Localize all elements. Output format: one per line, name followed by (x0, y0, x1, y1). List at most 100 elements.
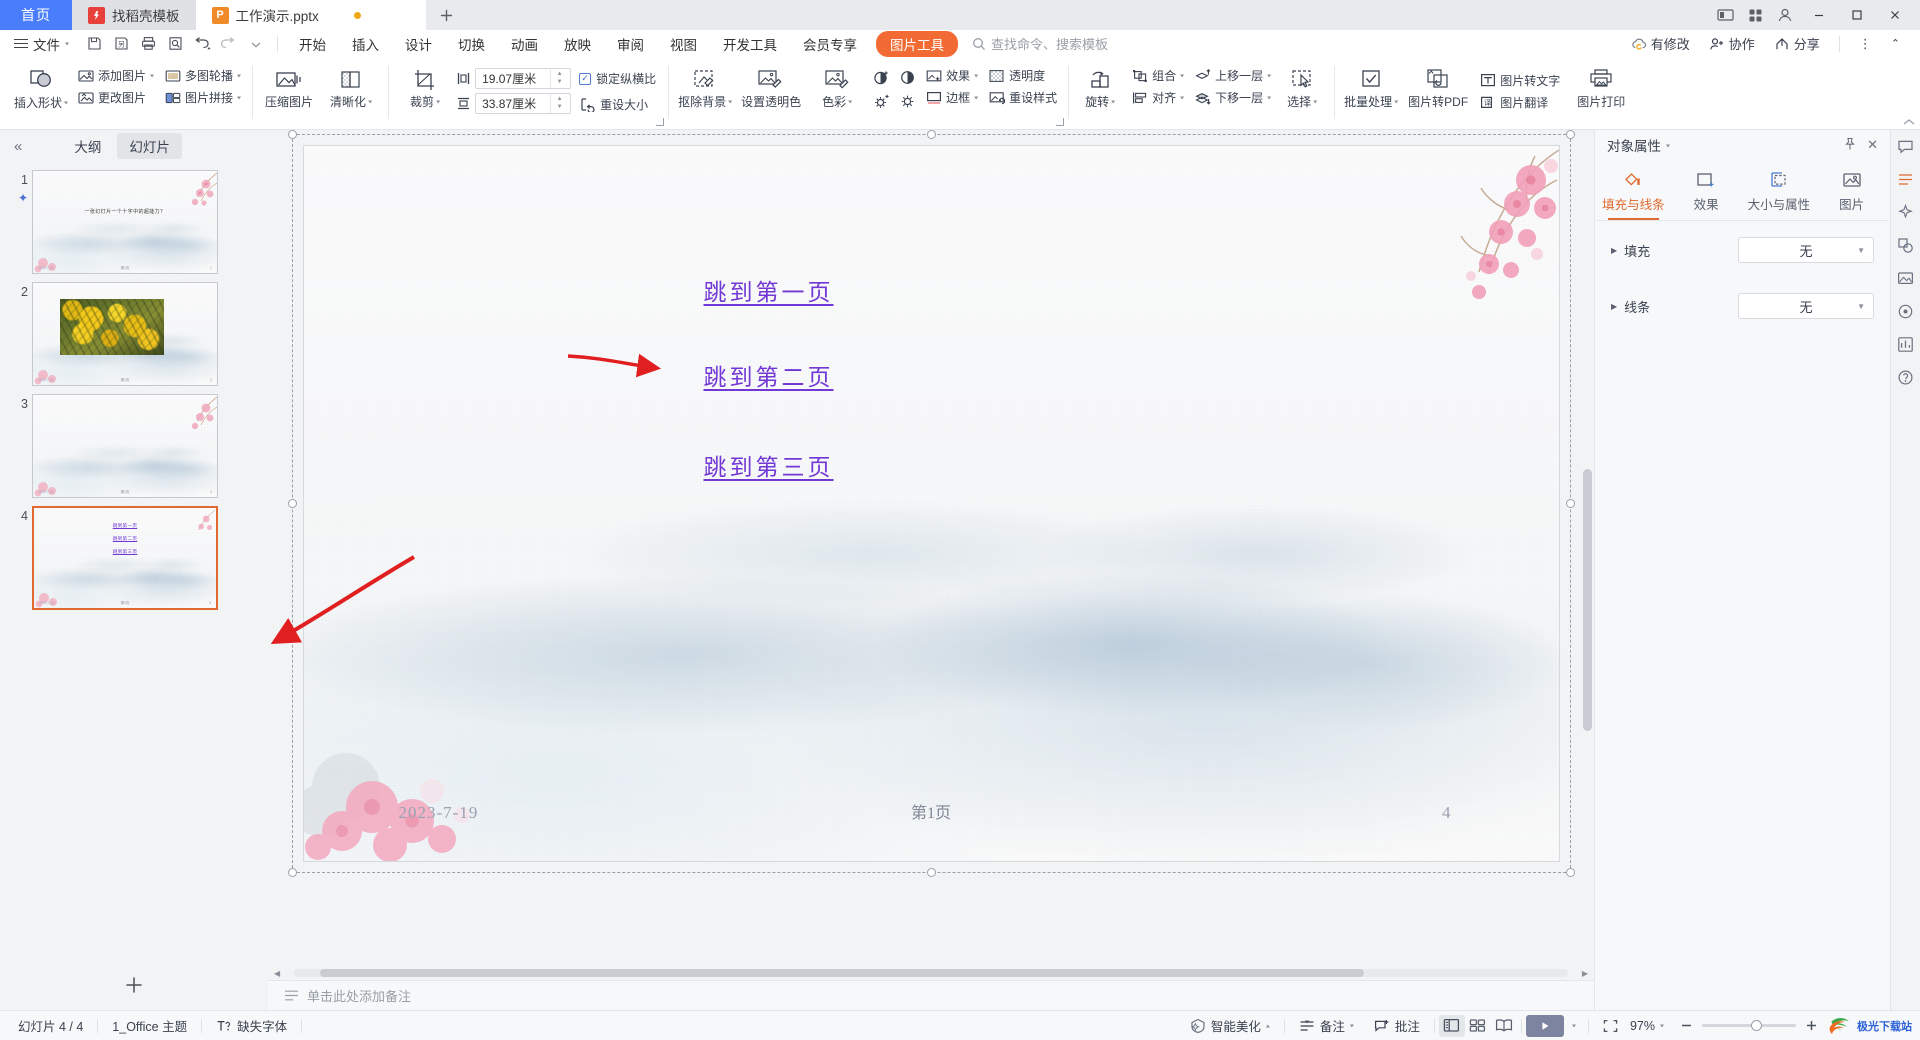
cloud-sync-status[interactable]: 有修改 (1623, 31, 1698, 56)
undo-icon[interactable] (189, 32, 215, 56)
picture-height-input[interactable]: ▲▼ (475, 68, 572, 89)
collapse-panel-icon[interactable]: « (8, 136, 28, 157)
zoom-in-button[interactable] (1805, 1019, 1818, 1032)
normal-view-icon[interactable] (1438, 1014, 1465, 1037)
crop-button[interactable]: 裁剪 ▾ (394, 62, 456, 110)
picture-width-input[interactable]: ▲▼ (475, 93, 572, 114)
group-button[interactable]: 组合 ▾ (1126, 65, 1189, 86)
more-options-icon[interactable]: ⋮ (1851, 33, 1880, 55)
lock-aspect-ratio-checkbox[interactable]: ✓ 锁定纵横比 (579, 70, 656, 87)
collaborate-button[interactable]: 协作 (1701, 31, 1763, 56)
reset-size-button[interactable]: 重设大小 (579, 96, 656, 113)
fill-label-group[interactable]: ▶ 填充 (1611, 241, 1731, 260)
missing-font-status[interactable]: 缺失字体 (206, 1013, 297, 1038)
line-label-group[interactable]: ▶ 线条 (1611, 297, 1731, 316)
align-button[interactable]: 对齐 ▾ (1126, 87, 1189, 108)
fit-to-window-button[interactable] (1593, 1016, 1628, 1036)
contrast-down-icon[interactable] (894, 65, 920, 89)
brightness-up-icon[interactable] (868, 89, 894, 113)
rotate-button[interactable]: 旋转 ▾ (1074, 62, 1126, 110)
picture-to-text-button[interactable]: 图片转文字 (1474, 70, 1565, 91)
panel-tab-fill-line[interactable]: 填充与线条 (1597, 164, 1670, 220)
ribbon-tab-insert[interactable]: 插入 (339, 31, 392, 57)
picture-height-value[interactable] (476, 71, 551, 86)
tab-slides[interactable]: 幻灯片 (117, 133, 182, 159)
share-button[interactable]: 分享 (1766, 31, 1828, 56)
notes-toggle-button[interactable]: 备注 ▾ (1289, 1013, 1364, 1038)
smart-beautify-button[interactable]: 智能美化 ▴ (1180, 1013, 1280, 1038)
ribbon-scroll-up-icon[interactable] (1902, 117, 1916, 127)
panel-tab-picture[interactable]: 图片 (1815, 164, 1888, 220)
slide-thumbnail-4[interactable]: 4 跳到第一页 跳到第二页 跳到第三页 2023-7-19 第1页 4 (0, 502, 268, 614)
resize-handle-tr[interactable] (1565, 130, 1575, 139)
redo-icon[interactable] (216, 32, 242, 56)
transparency-button[interactable]: 透明度 (983, 65, 1062, 86)
close-button[interactable] (1878, 0, 1912, 30)
ribbon-tab-picture-tools[interactable]: 图片工具 (876, 30, 959, 57)
select-objects-button[interactable]: 选择 ▾ (1276, 62, 1328, 110)
panel-close-icon[interactable]: ✕ (1867, 137, 1878, 153)
compress-picture-button[interactable]: 压缩图片 (258, 62, 320, 110)
fill-select[interactable]: 无 ▼ (1738, 237, 1874, 263)
height-stepper[interactable]: ▲ ▼ (550, 69, 568, 88)
tab-outline[interactable]: 大纲 (62, 133, 113, 159)
save-icon[interactable] (81, 32, 107, 56)
picture-rail-icon[interactable] (1894, 266, 1918, 290)
tab-docer-template[interactable]: 找稻壳模板 (72, 0, 196, 30)
shapes-rail-icon[interactable] (1894, 233, 1918, 257)
scroll-right-icon[interactable]: ▶ (1582, 969, 1588, 978)
send-backward-button[interactable]: 下移一层 ▾ (1189, 87, 1276, 108)
customize-qat-icon[interactable] (243, 32, 269, 56)
reset-style-button[interactable]: 重设样式 (983, 87, 1062, 108)
insert-shape-button[interactable]: 插入形状 ▾ (10, 62, 72, 111)
help-chat-icon[interactable] (1894, 134, 1918, 158)
picture-to-pdf-button[interactable]: 图片转PDF (1402, 62, 1474, 110)
panel-tab-size-props[interactable]: 大小与属性 (1743, 164, 1816, 220)
panel-tab-effects[interactable]: 效果 (1670, 164, 1743, 220)
hscroll-thumb[interactable] (319, 969, 1365, 977)
magic-icon[interactable] (1894, 200, 1918, 224)
batch-process-button[interactable]: 批量处理 ▾ (1340, 62, 1402, 110)
add-slide-button[interactable] (124, 975, 144, 995)
start-slideshow-button[interactable] (1525, 1014, 1564, 1037)
resize-handle-bc[interactable] (926, 868, 936, 877)
add-picture-button[interactable]: 添加图片 ▾ (72, 65, 159, 86)
picture-width-value[interactable] (476, 96, 551, 111)
print-preview-icon[interactable] (162, 32, 188, 56)
save-as-icon[interactable]: 另 (108, 32, 134, 56)
notes-pane[interactable]: 单击此处添加备注 (268, 980, 1594, 1010)
print-icon[interactable] (135, 32, 161, 56)
effects-button[interactable]: 效果 ▾ (920, 65, 983, 86)
ribbon-tab-transition[interactable]: 切换 (445, 31, 498, 57)
border-button[interactable]: 边框 ▾ (920, 87, 983, 108)
width-stepper[interactable]: ▲ ▼ (550, 94, 568, 113)
canvas-vertical-scrollbar[interactable] (1581, 146, 1592, 916)
set-transparent-color-button[interactable]: 设置透明色 (736, 62, 806, 110)
minimize-button[interactable] (1802, 0, 1836, 30)
resize-handle-bl[interactable] (287, 868, 297, 877)
collage-button[interactable]: 图片拼接 ▾ (159, 87, 246, 108)
line-select[interactable]: 无 ▼ (1738, 293, 1874, 319)
ribbon-tab-animation[interactable]: 动画 (498, 31, 551, 57)
brightness-down-icon[interactable] (894, 89, 920, 113)
chart-rail-icon[interactable] (1894, 332, 1918, 356)
panel-dropdown-icon[interactable]: ▾ (1666, 142, 1670, 149)
picture-translate-button[interactable]: 译 图片翻译 (1474, 92, 1565, 113)
ribbon-tab-review[interactable]: 审阅 (604, 31, 657, 57)
scroll-left-icon[interactable]: ◀ (274, 969, 280, 978)
new-tab-button[interactable] (425, 0, 468, 30)
zoom-level[interactable]: 97% ▾ (1628, 1016, 1674, 1036)
slideshow-dropdown-icon[interactable]: ▾ (1572, 1022, 1576, 1029)
sorter-view-icon[interactable] (1465, 1015, 1491, 1037)
ribbon-tab-design[interactable]: 设计 (392, 31, 445, 57)
file-menu-button[interactable]: 文件 ▾ (6, 34, 77, 54)
resize-handle-tc[interactable] (926, 130, 936, 139)
resize-handle-tl[interactable] (287, 130, 297, 139)
resize-handle-ml[interactable] (287, 499, 297, 508)
slide-thumbnail-list[interactable]: 1 ✦ 一张幻灯片一个十字中的超能力？ 2023-7-19 第1页 1 2 20… (0, 162, 268, 960)
ribbon-tab-start[interactable]: 开始 (286, 31, 339, 57)
user-avatar[interactable] (1772, 2, 1798, 28)
ribbon-tab-developer[interactable]: 开发工具 (710, 31, 790, 57)
collapse-ribbon-icon[interactable]: ⌃ (1883, 34, 1908, 53)
slide-thumbnail-2[interactable]: 2 2023-7-19 第1页 2 (0, 278, 268, 390)
